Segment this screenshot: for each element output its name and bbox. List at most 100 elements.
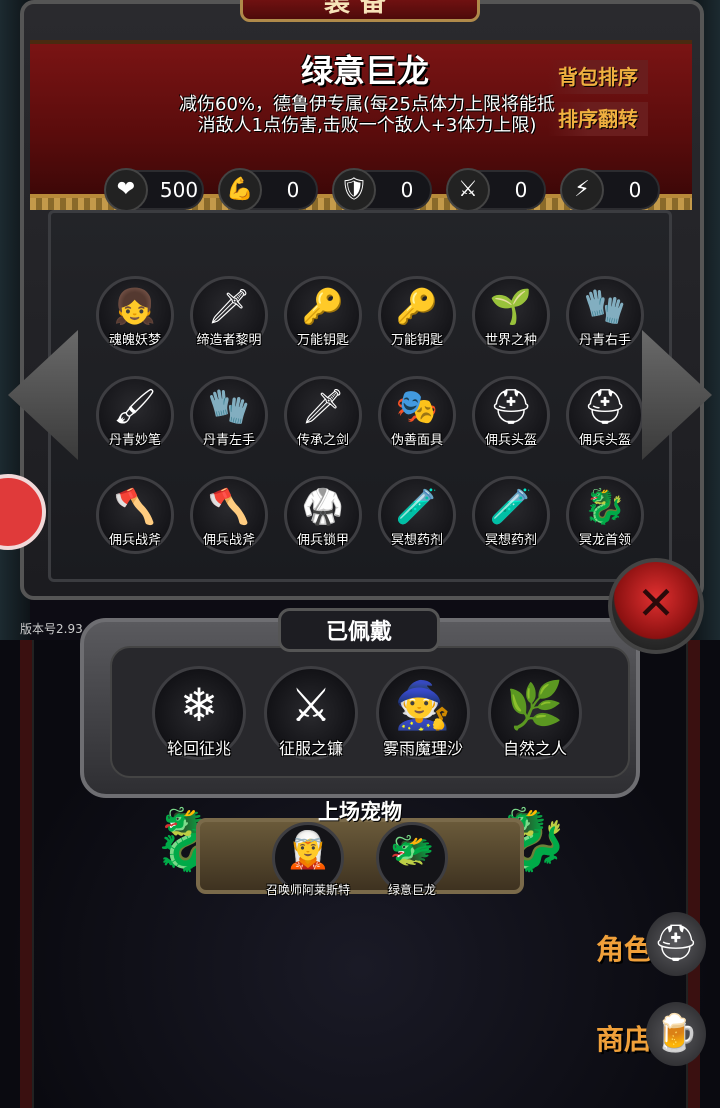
equipped-slot[interactable]: ❄ 轮回征兆 — [152, 666, 246, 760]
stat-value: 0 — [628, 178, 642, 202]
sword-icon: 🗡 — [301, 387, 345, 427]
inventory-slot-label: 佣兵锁甲 — [296, 533, 349, 548]
inventory-slot-label: 万能钥匙 — [390, 333, 443, 348]
inventory-slot-label: 冥龙首领 — [578, 533, 631, 548]
inventory-slot[interactable]: 👧 魂魄妖梦 — [96, 276, 174, 354]
stat-value: 500 — [159, 178, 199, 202]
potion-icon: 🧪 — [489, 487, 533, 527]
inventory-slot[interactable]: 🧤 丹青左手 — [190, 376, 268, 454]
equipped-title: 已佩戴 — [325, 620, 392, 645]
close-icon: ✕ — [636, 576, 676, 630]
magic-icon: ⚡ — [560, 168, 604, 212]
glove-icon: 🧤 — [583, 287, 627, 327]
beer-mug-icon: 🍺 — [646, 1002, 706, 1066]
character-icon: 👧 — [113, 287, 157, 327]
equipped-slot-label: 征服之镰 — [278, 739, 343, 758]
inventory-slot-label: 佣兵战斧 — [202, 533, 255, 548]
potion-icon: 🧪 — [395, 487, 439, 527]
sort-reverse-button[interactable]: 排序翻转 — [548, 102, 648, 136]
stat-value: 0 — [400, 178, 414, 202]
ice-staff-icon: ❄ — [179, 678, 219, 732]
sort-bag-button[interactable]: 背包排序 — [548, 60, 648, 94]
helmet-icon: ⛑ — [583, 387, 627, 427]
inventory-slot[interactable]: 🐉 冥龙首领 — [566, 476, 644, 554]
summoner-icon: 🧝 — [285, 830, 331, 871]
sword-icon: 🗡 — [207, 287, 251, 327]
equipped-slot-label: 雾雨魔理沙 — [382, 739, 463, 758]
brush-icon: 🖌 — [113, 387, 157, 427]
pet-slot[interactable]: 🐲 绿意巨龙 — [376, 822, 448, 897]
character-nav-label: 角色 — [596, 933, 653, 966]
key-icon: 🔑 — [301, 287, 345, 327]
key-icon: 🔑 — [395, 287, 439, 327]
inventory-slot-label: 万能钥匙 — [296, 333, 349, 348]
inventory-slot[interactable]: 🧤 丹青右手 — [566, 276, 644, 354]
inventory-slot-label: 丹青左手 — [202, 433, 255, 448]
equipped-slot[interactable]: ⚔ 征服之镰 — [264, 666, 358, 760]
inventory-slot[interactable]: ⛑ 佣兵头盔 — [566, 376, 644, 454]
stat-value: 0 — [514, 178, 528, 202]
green-dragon-icon: 🐲 — [389, 830, 435, 871]
equipped-slot-label: 轮回征兆 — [166, 739, 231, 758]
pet-slot-label: 绿意巨龙 — [387, 883, 436, 897]
pet-slot[interactable]: 🧝 召唤师阿莱斯特 — [266, 822, 350, 897]
equipped-slot[interactable]: 🧙 雾雨魔理沙 — [376, 666, 470, 760]
version-label: 版本号2.93 — [20, 622, 83, 636]
inventory-slot[interactable]: 🥋 佣兵锁甲 — [284, 476, 362, 554]
inventory-slot[interactable]: 🪓 佣兵战斧 — [96, 476, 174, 554]
strength-icon: 💪 — [218, 168, 262, 212]
inventory-slot[interactable]: 🪓 佣兵战斧 — [190, 476, 268, 554]
inventory-slot[interactable]: 🌱 世界之种 — [472, 276, 550, 354]
character-nav-button[interactable]: 角色 ⛑ — [596, 912, 720, 976]
inventory-slot-label: 伪善面具 — [390, 433, 443, 448]
inventory-slot[interactable]: 🧪 冥想药剂 — [472, 476, 550, 554]
helmet-icon: ⛑ — [646, 912, 706, 976]
armor-icon: 🛡 — [332, 168, 376, 212]
inventory-slot-label: 丹青妙笔 — [108, 433, 161, 448]
glove-icon: 🧤 — [207, 387, 251, 427]
shop-nav-label: 商店 — [596, 1023, 653, 1056]
bone-dragon-icon: 🐉 — [583, 487, 627, 527]
window-title: 装备 — [240, 0, 480, 22]
pet-slot-label: 召唤师阿莱斯特 — [265, 883, 350, 897]
stat-value: 0 — [286, 178, 300, 202]
pet-description: 减伤60%，德鲁伊专属(每25点体力上限将能抵消敌人1点伤害,击败一个敌人+3体… — [179, 94, 555, 136]
inventory-slot-label: 冥想药剂 — [390, 533, 443, 548]
inventory-slot-label: 传承之剑 — [296, 433, 349, 448]
inventory-slot-label: 缔造者黎明 — [196, 333, 262, 348]
equipped-slot[interactable]: 🌿 自然之人 — [488, 666, 582, 760]
inventory-slot[interactable]: 🧪 冥想药剂 — [378, 476, 456, 554]
stat-heart: ❤ 500 — [104, 168, 204, 212]
weapon-icon: ⚔ — [446, 168, 490, 212]
shop-nav-button[interactable]: 商店 🍺 — [596, 1002, 720, 1066]
scythe-icon: ⚔ — [290, 678, 332, 732]
inventory-slot[interactable]: 🔑 万能钥匙 — [284, 276, 362, 354]
inventory-slot[interactable]: ⛑ 佣兵头盔 — [472, 376, 550, 454]
mask-icon: 🎭 — [395, 387, 439, 427]
inventory-slot[interactable]: 🔑 万能钥匙 — [378, 276, 456, 354]
inventory-slot-label: 冥想药剂 — [484, 533, 537, 548]
inventory-slot-label: 世界之种 — [484, 333, 537, 348]
axe-icon: 🪓 — [207, 487, 251, 527]
inventory-slot-label: 佣兵头盔 — [484, 433, 537, 448]
stat-armor: 🛡 0 — [332, 168, 432, 212]
heart-icon: ❤ — [104, 168, 148, 212]
lower-frame-left — [20, 640, 34, 1108]
inventory-slot-label: 魂魄妖梦 — [108, 333, 161, 348]
inventory-slot-label: 佣兵战斧 — [108, 533, 161, 548]
nature-man-icon: 🌿 — [506, 678, 564, 732]
inventory-slot-label: 佣兵头盔 — [578, 433, 631, 448]
helmet-icon: ⛑ — [489, 387, 533, 427]
inventory-slot[interactable]: 🖌 丹青妙笔 — [96, 376, 174, 454]
axe-icon: 🪓 — [113, 487, 157, 527]
close-button[interactable]: ✕ — [608, 558, 704, 654]
inventory-slot[interactable]: 🗡 传承之剑 — [284, 376, 362, 454]
stat-strength: 💪 0 — [218, 168, 318, 212]
chainmail-icon: 🥋 — [301, 487, 345, 527]
seed-icon: 🌱 — [489, 287, 533, 327]
inventory-slot[interactable]: 🎭 伪善面具 — [378, 376, 456, 454]
inventory-slot-label: 丹青右手 — [578, 333, 631, 348]
equipped-slot-label: 自然之人 — [502, 739, 567, 758]
witch-icon: 🧙 — [394, 678, 452, 732]
inventory-slot[interactable]: 🗡 缔造者黎明 — [190, 276, 268, 354]
